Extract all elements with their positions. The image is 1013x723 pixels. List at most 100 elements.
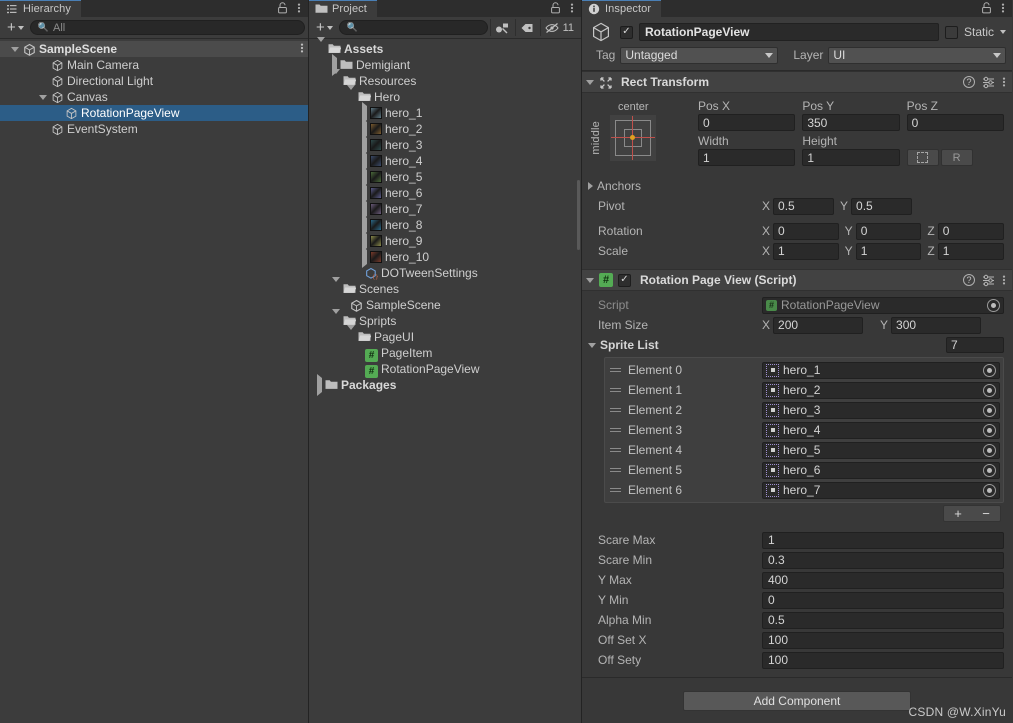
anchors-foldout[interactable]: Anchors xyxy=(588,176,1004,196)
project-item[interactable]: hero_5 xyxy=(309,166,581,188)
lock-icon[interactable] xyxy=(277,2,290,15)
sprite-list-element-row[interactable]: Element 4 hero_5 xyxy=(608,440,1000,460)
drag-handle-icon[interactable] xyxy=(608,448,622,452)
sprite-object-field[interactable]: hero_1 xyxy=(762,361,1000,379)
project-item[interactable]: Assets xyxy=(309,37,581,57)
script-enabled-checkbox[interactable]: ✓ xyxy=(618,273,631,287)
gameobject-enabled-checkbox[interactable]: ✓ xyxy=(620,25,633,39)
layer-dropdown[interactable]: UI xyxy=(828,46,1006,64)
hierarchy-item[interactable]: EventSystem xyxy=(0,121,308,137)
component-foldout-icon[interactable] xyxy=(586,79,594,85)
sprite-list-element-row[interactable]: Element 3 hero_4 xyxy=(608,420,1000,440)
drag-handle-icon[interactable] xyxy=(608,428,622,432)
project-item[interactable]: hero_8 xyxy=(309,214,581,236)
sprite-object-field[interactable]: hero_2 xyxy=(762,381,1000,399)
rect-transform-header[interactable]: Rect Transform ? xyxy=(582,71,1012,93)
object-picker-icon[interactable] xyxy=(983,483,996,497)
script-property-input[interactable]: 100 xyxy=(762,631,1004,649)
lock-icon[interactable] xyxy=(981,2,994,15)
object-picker-icon[interactable] xyxy=(983,363,996,377)
project-scrollbar[interactable] xyxy=(577,0,581,723)
foldout-down-icon[interactable] xyxy=(9,46,20,52)
sprite-list-foldout[interactable]: Sprite List 7 xyxy=(588,335,1004,355)
project-item[interactable]: Scenes xyxy=(309,277,581,297)
item-size-x-input[interactable]: 200 xyxy=(773,316,864,334)
search-by-type-icon[interactable] xyxy=(489,19,513,36)
tab-project[interactable]: Project xyxy=(309,0,377,17)
tab-inspector[interactable]: Inspector xyxy=(582,0,662,17)
raw-edit-mode-button[interactable]: R xyxy=(940,149,973,166)
object-picker-icon[interactable] xyxy=(983,403,996,417)
object-picker-icon[interactable] xyxy=(983,463,996,477)
add-element-button[interactable]: + xyxy=(954,506,962,521)
scale-z-input[interactable]: 1 xyxy=(937,242,1005,260)
pos-z-input[interactable]: 0 xyxy=(906,114,1004,131)
sprite-object-field[interactable]: hero_3 xyxy=(762,401,1000,419)
pivot-y-input[interactable]: 0.5 xyxy=(851,197,912,215)
drag-handle-icon[interactable] xyxy=(608,408,622,412)
project-item[interactable]: hero_3 xyxy=(309,134,581,156)
project-item[interactable]: hero_10 xyxy=(309,246,581,268)
project-tree[interactable]: Assets Demigiant Resources Hero hero_1 hero_2… xyxy=(309,37,581,723)
gameobject-name-input[interactable]: RotationPageView xyxy=(639,23,939,41)
sprite-object-field[interactable]: hero_4 xyxy=(762,421,1000,439)
script-property-input[interactable]: 1 xyxy=(762,531,1004,549)
project-item[interactable]: Hero xyxy=(309,85,581,105)
project-item[interactable]: hero_6 xyxy=(309,182,581,204)
object-picker-icon[interactable] xyxy=(983,443,996,457)
blueprint-mode-button[interactable] xyxy=(906,149,939,166)
scale-y-input[interactable]: 1 xyxy=(855,242,922,260)
foldout-down-icon[interactable] xyxy=(347,85,355,104)
hidden-packages-toggle[interactable]: 11 xyxy=(539,19,578,36)
project-item[interactable]: # PageItem xyxy=(309,345,581,362)
sprite-object-field[interactable]: hero_5 xyxy=(762,441,1000,459)
kebab-menu-icon[interactable] xyxy=(1002,76,1006,89)
scene-kebab-menu-icon[interactable] xyxy=(300,42,304,57)
remove-element-button[interactable]: − xyxy=(982,506,990,521)
script-property-input[interactable]: 0 xyxy=(762,591,1004,609)
sprite-list-element-row[interactable]: Element 6 hero_7 xyxy=(608,480,1000,500)
hierarchy-add-button[interactable]: + xyxy=(3,20,28,35)
script-property-input[interactable]: 0.3 xyxy=(762,551,1004,569)
hierarchy-item[interactable]: SampleScene xyxy=(0,41,308,57)
project-item[interactable]: PageUI xyxy=(309,325,581,345)
script-component-header[interactable]: # ✓ Rotation Page View (Script) ? xyxy=(582,269,1012,291)
rotation-z-input[interactable]: 0 xyxy=(937,222,1005,240)
foldout-right-icon[interactable] xyxy=(317,374,322,396)
drag-handle-icon[interactable] xyxy=(608,488,622,492)
script-property-input[interactable]: 100 xyxy=(762,651,1004,669)
search-by-label-icon[interactable] xyxy=(514,19,538,36)
help-icon[interactable]: ? xyxy=(963,274,975,286)
component-foldout-icon[interactable] xyxy=(586,277,594,283)
kebab-menu-icon[interactable] xyxy=(297,2,301,15)
static-dropdown-chevron-icon[interactable] xyxy=(1000,30,1006,34)
script-property-input[interactable]: 400 xyxy=(762,571,1004,589)
project-item[interactable]: {} DOTweenSettings xyxy=(309,265,581,281)
project-item[interactable]: SampleScene xyxy=(309,297,581,313)
kebab-menu-icon[interactable] xyxy=(1001,2,1005,15)
sprite-list-element-row[interactable]: Element 1 hero_2 xyxy=(608,380,1000,400)
height-input[interactable]: 1 xyxy=(802,149,900,166)
width-input[interactable]: 1 xyxy=(698,149,796,166)
drag-handle-icon[interactable] xyxy=(608,388,622,392)
project-item[interactable]: Packages xyxy=(309,374,581,396)
pos-x-input[interactable]: 0 xyxy=(698,114,796,131)
foldout-down-icon[interactable] xyxy=(37,94,48,100)
foldout-down-icon[interactable] xyxy=(588,342,596,348)
hierarchy-tree[interactable]: SampleScene Main Camera Directional Light C… xyxy=(0,39,308,723)
pivot-x-input[interactable]: 0.5 xyxy=(773,197,834,215)
project-add-button[interactable]: + xyxy=(312,20,337,35)
sprite-object-field[interactable]: hero_7 xyxy=(762,481,1000,499)
hierarchy-item[interactable]: Canvas xyxy=(0,89,308,105)
kebab-menu-icon[interactable] xyxy=(1002,274,1006,287)
foldout-down-icon[interactable] xyxy=(332,69,340,88)
anchor-preset-widget[interactable]: center middle xyxy=(588,99,698,171)
rotation-y-input[interactable]: 0 xyxy=(855,222,922,240)
project-item[interactable]: hero_2 xyxy=(309,118,581,140)
tag-dropdown[interactable]: Untagged xyxy=(620,46,779,64)
lock-icon[interactable] xyxy=(550,2,563,15)
project-item[interactable]: hero_7 xyxy=(309,198,581,220)
project-item[interactable]: Demigiant xyxy=(309,54,581,76)
project-item[interactable]: hero_9 xyxy=(309,230,581,252)
sprite-list-size-input[interactable]: 7 xyxy=(946,337,1004,353)
